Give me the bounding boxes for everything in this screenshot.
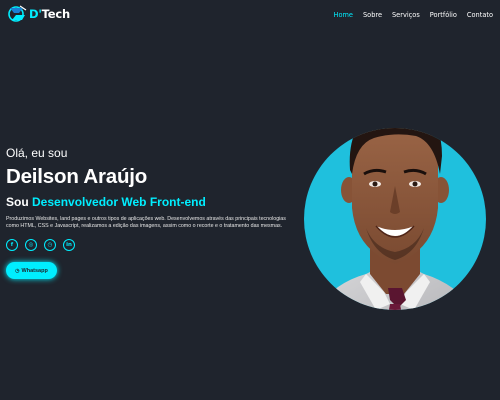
role-prefix: Sou	[6, 195, 29, 209]
whatsapp-button[interactable]: ◷ Whatsapp	[6, 262, 57, 280]
greeting-text: Olá, eu sou	[6, 146, 68, 160]
social-links: f ◎ ◷ in	[6, 239, 296, 252]
hero-content: Olá, eu sou Deilson Araújo Sou Desenvolv…	[6, 146, 296, 280]
nav-link-contato[interactable]: Contato	[467, 11, 493, 19]
nav-link-sobre[interactable]: Sobre	[363, 11, 382, 19]
instagram-icon[interactable]: ◎	[25, 239, 37, 252]
whatsapp-icon: ◷	[15, 267, 20, 274]
hero-role: Sou Desenvolvedor Web Front-end	[6, 195, 296, 209]
whatsapp-icon[interactable]: ◷	[44, 239, 56, 252]
brand-name-suffix: Tech	[41, 7, 71, 21]
whatsapp-button-label: Whatsapp	[21, 267, 48, 274]
navbar: D'Tech Home Sobre Serviços Portfólio Con…	[0, 0, 500, 34]
nav-menu: Home Sobre Serviços Portfólio Contato	[333, 11, 493, 19]
profile-photo	[304, 78, 486, 360]
logo[interactable]: D'Tech	[6, 4, 70, 24]
bio-text: Produzimos Websites, land pages e outros…	[6, 216, 286, 230]
hero-name: Deilson Araújo	[6, 165, 148, 188]
role-title: Desenvolvedor Web Front-end	[32, 195, 206, 209]
nav-link-servicos[interactable]: Serviços	[392, 11, 420, 19]
facebook-icon[interactable]: f	[6, 239, 18, 252]
logo-icon	[6, 4, 28, 24]
brand-name: D'Tech	[29, 7, 70, 21]
nav-link-portfolio[interactable]: Portfólio	[430, 11, 457, 19]
brand-name-prefix: D'	[29, 7, 42, 21]
nav-link-home[interactable]: Home	[333, 11, 352, 19]
linkedin-icon[interactable]: in	[63, 239, 75, 252]
